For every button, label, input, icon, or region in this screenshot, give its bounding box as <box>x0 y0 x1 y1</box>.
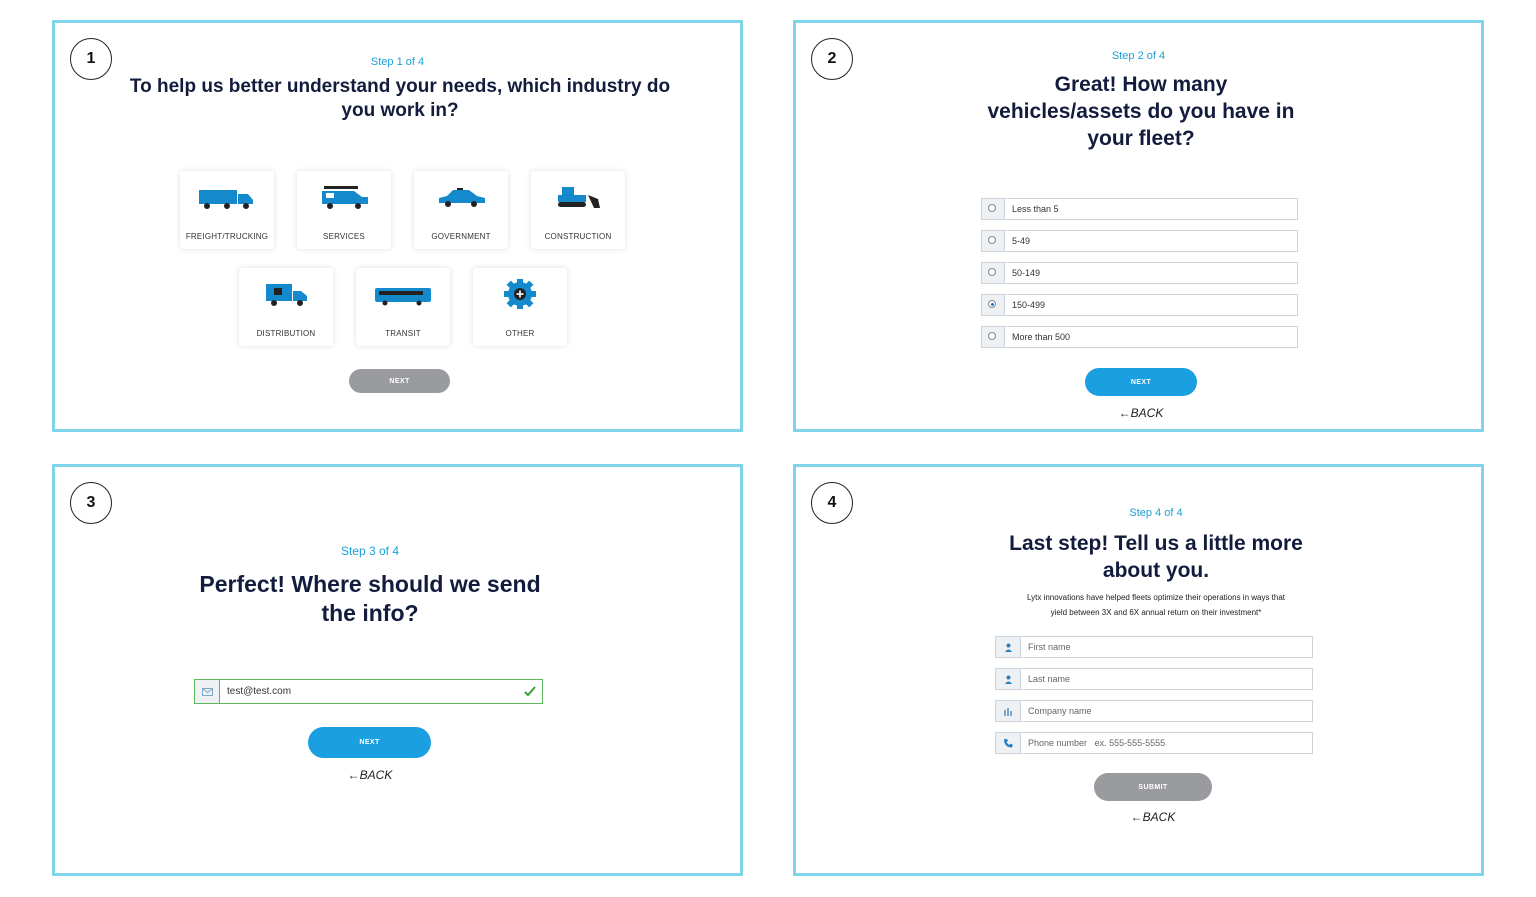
building-icon <box>996 701 1021 721</box>
page-title: Last step! Tell us a little more about y… <box>1009 532 1303 582</box>
arrow-left-icon: ← <box>1118 406 1131 420</box>
radio-cell <box>982 199 1005 219</box>
first-name-placeholder: First name <box>1028 642 1071 652</box>
tile-label: TRANSIT <box>385 329 421 338</box>
industry-tile-freight[interactable]: FREIGHT/TRUCKING <box>180 171 274 249</box>
company-name-field[interactable]: Company name <box>995 700 1313 722</box>
email-field[interactable]: test@test.com <box>194 679 543 704</box>
tile-label: OTHER <box>505 329 535 338</box>
description-line: yield between 3X and 6X annual return on… <box>1050 608 1262 617</box>
description-line: Lytx innovations have helped fleets opti… <box>1026 593 1286 602</box>
person-icon <box>996 637 1021 657</box>
page-title: Perfect! Where should we send the info? <box>199 571 541 626</box>
radio-button[interactable] <box>988 332 996 340</box>
bus-icon <box>375 288 431 306</box>
tile-label: FREIGHT/TRUCKING <box>185 232 269 241</box>
tile-label: GOVERNMENT <box>431 232 491 241</box>
back-label: BACK <box>1142 810 1176 824</box>
step-indicator: Step 2 of 4 <box>1111 50 1166 62</box>
check-icon <box>524 686 536 697</box>
radio-cell <box>982 231 1005 251</box>
step-number-badge: 4 <box>811 482 853 524</box>
industry-tile-services[interactable]: SERVICES <box>297 171 391 249</box>
car-icon <box>439 188 485 207</box>
arrow-left-icon: ← <box>1130 810 1143 824</box>
step-4-panel: 4 Step 4 of 4 Last step! Tell us a littl… <box>793 464 1484 876</box>
step-3-panel: 3 Step 3 of 4 Perfect! Where should we s… <box>52 464 743 876</box>
radio-button[interactable] <box>988 204 996 212</box>
step-2-panel: 2 Step 2 of 4 Great! How many vehicles/a… <box>793 20 1484 432</box>
back-label: BACK <box>359 768 393 782</box>
fleet-size-option[interactable]: Less than 5 <box>981 198 1298 220</box>
email-value: test@test.com <box>227 686 292 697</box>
phone-label: Phone number <box>1028 738 1088 748</box>
company-name-placeholder: Company name <box>1028 706 1092 716</box>
back-label: BACK <box>1130 406 1164 420</box>
fleet-size-option-selected[interactable]: 150-499 <box>981 294 1298 316</box>
tile-label: CONSTRUCTION <box>544 232 612 241</box>
tile-label: SERVICES <box>323 232 365 241</box>
step-indicator: Step 1 of 4 <box>370 56 425 68</box>
submit-button[interactable]: SUBMIT <box>1094 773 1212 801</box>
radio-cell <box>982 327 1005 347</box>
van-icon <box>322 186 368 209</box>
page-title: To help us better understand your needs,… <box>129 76 671 121</box>
person-icon <box>996 669 1021 689</box>
step-number-badge: 3 <box>70 482 112 524</box>
back-link[interactable]: ←BACK <box>1108 810 1198 824</box>
phone-number-placeholder: Phone number ex. 555-555-5555 <box>1028 738 1165 748</box>
fleet-size-option[interactable]: 50-149 <box>981 262 1298 284</box>
arrow-left-icon: ← <box>347 768 360 782</box>
phone-example: ex. 555-555-5555 <box>1094 738 1166 748</box>
option-label: 50-149 <box>1012 268 1041 278</box>
option-label: 150-499 <box>1012 300 1046 310</box>
last-name-field[interactable]: Last name <box>995 668 1313 690</box>
envelope-icon <box>195 680 220 703</box>
radio-cell <box>982 263 1005 283</box>
radio-button[interactable] <box>988 268 996 276</box>
radio-button-selected[interactable] <box>988 300 996 308</box>
option-label: Less than 5 <box>1012 204 1059 214</box>
radio-button[interactable] <box>988 236 996 244</box>
radio-cell <box>982 295 1005 315</box>
step-indicator: Step 3 of 4 <box>340 544 400 558</box>
last-name-placeholder: Last name <box>1028 674 1071 684</box>
description: Lytx innovations have helped fleets opti… <box>986 590 1326 620</box>
option-label: 5-49 <box>1012 236 1031 246</box>
fleet-size-option[interactable]: 5-49 <box>981 230 1298 252</box>
back-link[interactable]: ←BACK <box>1096 406 1186 420</box>
industry-tile-government[interactable]: GOVERNMENT <box>414 171 508 249</box>
gear-plus-icon <box>504 279 536 309</box>
industry-tile-transit[interactable]: TRANSIT <box>356 268 450 346</box>
fleet-size-option[interactable]: More than 500 <box>981 326 1298 348</box>
box-truck-icon <box>266 284 307 306</box>
phone-number-field[interactable]: Phone number ex. 555-555-5555 <box>995 732 1313 754</box>
industry-tile-construction[interactable]: CONSTRUCTION <box>531 171 625 249</box>
first-name-field[interactable]: First name <box>995 636 1313 658</box>
step-indicator: Step 4 of 4 <box>1129 507 1183 519</box>
page-title: Great! How many vehicles/assets do you h… <box>987 73 1295 150</box>
truck-icon <box>199 190 253 209</box>
next-button[interactable]: NEXT <box>308 727 431 758</box>
step-1-panel: 1 Step 1 of 4 To help us better understa… <box>52 20 743 432</box>
back-link[interactable]: ←BACK <box>325 768 415 782</box>
phone-icon <box>996 733 1021 753</box>
next-button[interactable]: NEXT <box>349 369 450 393</box>
bulldozer-icon <box>558 187 600 208</box>
next-button[interactable]: NEXT <box>1085 368 1197 396</box>
industry-tile-distribution[interactable]: DISTRIBUTION <box>239 268 333 346</box>
tile-label: DISTRIBUTION <box>256 329 316 338</box>
industry-tile-other[interactable]: OTHER <box>473 268 567 346</box>
option-label: More than 500 <box>1012 332 1071 342</box>
